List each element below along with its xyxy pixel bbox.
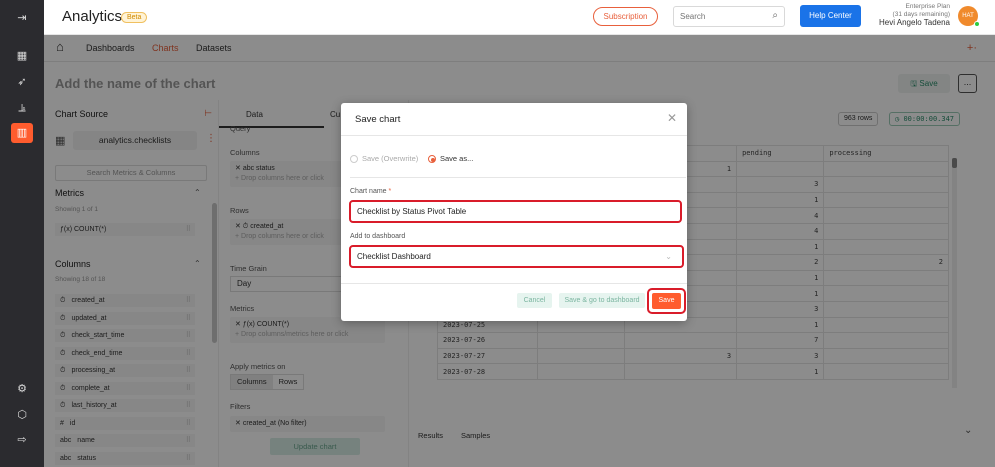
logout-icon[interactable]: ⇨ [11,430,33,450]
dashboard-select-value: Checklist Dashboard [357,252,431,261]
save-and-go-button[interactable]: Save & go to dashboard [559,293,645,308]
online-status-dot [974,21,980,27]
user-name: Hevi Angelo Tadena [878,18,950,27]
help-center-button[interactable]: Help Center [800,5,861,27]
plan-name: Enterprise Plan [905,3,950,10]
dashboard-select[interactable]: Checklist Dashboard ⌄ [349,245,684,268]
required-mark: * [388,188,392,195]
modal-footer-divider [341,283,687,284]
app-title: Analytics [62,8,123,25]
left-rail: ⇥ ▦ ➶ ⫡ ▥ ⚙ ⬡ ⇨ [0,0,44,467]
radio-save-as-label: Save as... [440,154,474,163]
modal-divider [341,135,687,136]
close-icon[interactable]: ✕ [667,111,677,125]
chart-icon[interactable]: ▥ [11,123,33,143]
data-icon[interactable]: ⫡ [11,98,33,118]
chart-name-label-text: Chart name [350,188,387,195]
radio-save-as[interactable]: Save as... [428,154,473,163]
cancel-button[interactable]: Cancel [517,293,552,308]
plan-info: Enterprise Plan (31 days remaining) Hevi… [879,3,950,27]
radio-dot [428,154,436,163]
radio-save-overwrite-label: Save (Overwrite) [362,154,419,163]
save-chart-modal: Save chart ✕ Save (Overwrite) Save as...… [341,103,687,321]
cube-icon[interactable]: ⬡ [11,405,33,425]
chevron-down-icon: ⌄ [665,252,672,261]
modal-title: Save chart [355,114,401,125]
chart-name-field [349,200,682,223]
search-icon[interactable]: ⌕ [772,10,778,21]
section-divider [350,177,686,178]
menu-collapse-icon[interactable]: ⇥ [11,8,33,28]
chart-name-label: Chart name * [350,188,391,195]
subscription-button[interactable]: Subscription [593,7,658,26]
save-button[interactable]: Save [652,293,681,309]
dashboard-label: Add to dashboard [350,233,406,240]
radio-save-overwrite[interactable]: Save (Overwrite) [350,154,418,163]
search-box: ⌕ [673,6,785,27]
beta-badge: Beta [121,12,148,23]
save-button-highlight: Save [647,288,686,314]
gear-icon[interactable]: ⚙ [11,379,33,399]
top-bar: Analytics Beta Subscription ⌕ Help Cente… [44,0,995,35]
radio-dot [350,154,358,163]
rocket-icon[interactable]: ➶ [11,72,33,92]
search-input[interactable] [674,7,758,26]
dashboard-icon[interactable]: ▦ [11,46,33,66]
chart-name-input[interactable] [351,202,680,221]
